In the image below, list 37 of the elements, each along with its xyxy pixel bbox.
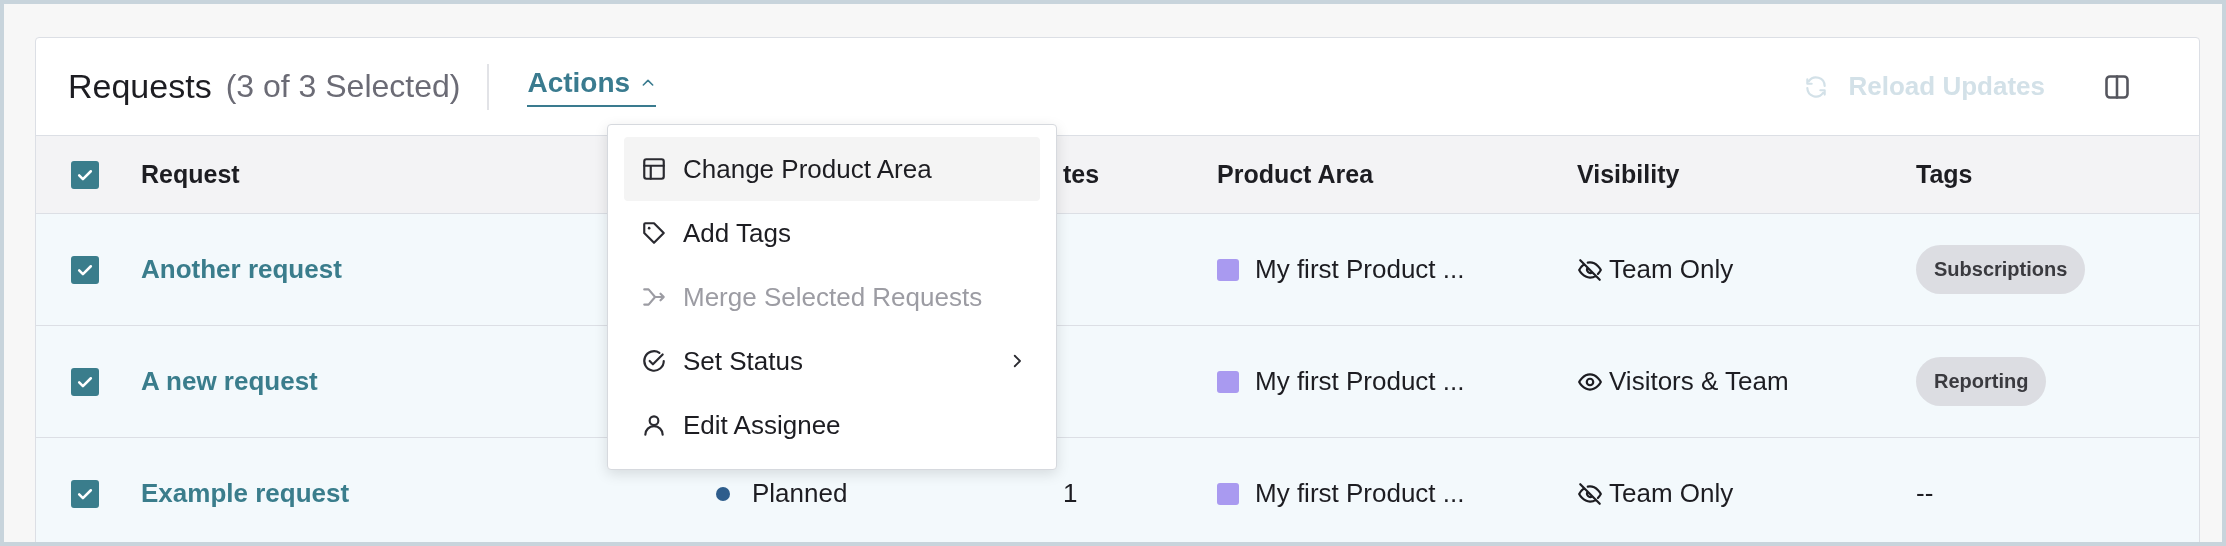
request-link[interactable]: A new request	[141, 366, 318, 397]
menu-item[interactable]: Edit Assignee	[624, 393, 1040, 457]
checkbox[interactable]	[71, 367, 99, 396]
visibility-label: Team Only	[1609, 254, 1734, 285]
product-area-label: My first Product ...	[1255, 478, 1465, 509]
person-icon	[641, 412, 667, 438]
eye-slash-icon	[1577, 480, 1603, 507]
vote-count: 1	[1063, 478, 1078, 509]
tag-icon	[641, 220, 667, 246]
product-area-label: My first Product ...	[1255, 254, 1465, 285]
checkbox[interactable]	[71, 479, 99, 508]
selection-count: (3 of 3 Selected)	[225, 68, 461, 105]
column-header: Request	[141, 160, 240, 189]
visibility-label: Team Only	[1609, 478, 1734, 509]
visibility-label: Visitors & Team	[1609, 366, 1789, 397]
check-circle-icon	[641, 348, 667, 374]
menu-item[interactable]: Change Product Area	[624, 137, 1040, 201]
eye-slash-icon	[1577, 256, 1603, 283]
checkbox[interactable]	[71, 255, 99, 284]
actions-button[interactable]: Actions	[527, 66, 657, 107]
column-header: Tags	[1916, 160, 1973, 189]
column-header: Product Area	[1217, 160, 1374, 189]
layout-icon	[641, 156, 667, 182]
column-header: tes	[1063, 160, 1100, 189]
columns-icon[interactable]	[2103, 72, 2131, 101]
status-label: Planned	[752, 478, 848, 509]
empty-tags-text: --	[1916, 478, 1934, 509]
request-link[interactable]: Another request	[141, 254, 342, 285]
menu-item[interactable]: Set Status	[624, 329, 1040, 393]
request-link[interactable]: Example request	[141, 478, 350, 509]
tag-chip: Reporting	[1916, 357, 2047, 406]
checkbox[interactable]	[71, 160, 99, 189]
panel-title: Requests	[68, 67, 212, 106]
menu-item[interactable]: Add Tags	[624, 201, 1040, 265]
column-header: Visibility	[1577, 160, 1680, 189]
tag-chip: Subscriptions	[1916, 245, 2086, 294]
product-area-label: My first Product ...	[1255, 366, 1465, 397]
